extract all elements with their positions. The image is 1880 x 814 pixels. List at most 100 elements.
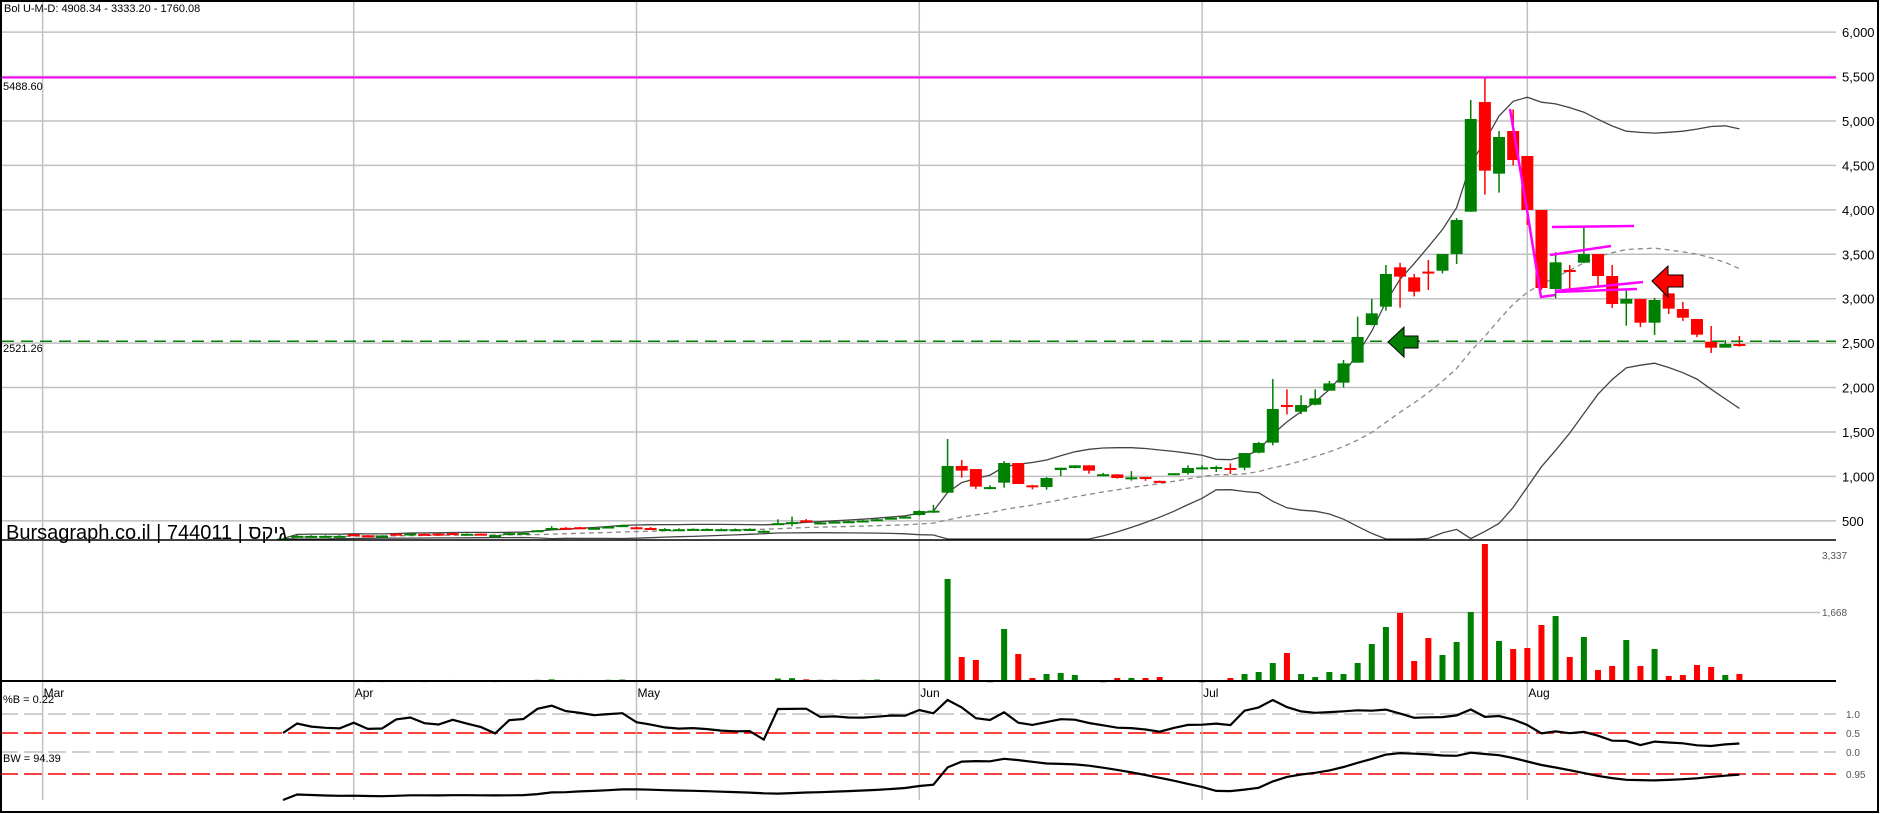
candle-body: [1280, 404, 1293, 407]
candle-body: [1068, 465, 1081, 468]
candle-body: [800, 520, 813, 523]
candle-body: [460, 533, 473, 536]
volume-bar: [1694, 664, 1700, 681]
volume-bar: [1524, 647, 1531, 681]
volume-bar: [944, 578, 951, 681]
candle: [418, 533, 431, 536]
candle-body: [630, 527, 643, 530]
candle-body: [446, 533, 459, 536]
candle-body: [305, 535, 318, 538]
volume-bar: [1467, 612, 1474, 681]
stock-chart: 5488.60 2521.26 Bol U-M-D: 4908.34 - 333…: [0, 0, 1880, 814]
candle: [1167, 473, 1180, 476]
candle-body: [1139, 477, 1152, 480]
candle-body: [1422, 271, 1435, 274]
candle-body: [1181, 467, 1194, 474]
candle-body: [870, 519, 883, 522]
volume-bar: [1298, 674, 1305, 681]
volume-bar: [1340, 674, 1347, 681]
volume-bar: [1736, 674, 1743, 681]
price-tick-label: 3,500: [1842, 247, 1875, 262]
month-label: Apr: [355, 686, 374, 700]
candle-body: [927, 510, 940, 513]
volume-bar: [1637, 666, 1644, 681]
candle-body: [1549, 262, 1562, 290]
candle: [1153, 480, 1166, 483]
bollinger-header: Bol U-M-D: 4908.34 - 3333.20 - 1760.08: [4, 3, 200, 15]
candle: [1068, 465, 1081, 469]
volume-bar: [1481, 544, 1488, 681]
candle-body: [333, 535, 346, 538]
volume-bar: [1397, 613, 1404, 681]
volume-bar: [1439, 655, 1446, 681]
candle-body: [899, 516, 912, 519]
price-tick-label: 4,000: [1842, 203, 1875, 218]
candle-body: [319, 535, 332, 538]
candle-body: [489, 535, 502, 538]
candle-body: [969, 469, 982, 487]
candle-body: [1054, 467, 1067, 471]
volume-bar: [1708, 667, 1715, 681]
volume-bar: [1651, 648, 1658, 681]
candle-body: [1691, 319, 1703, 335]
candle-body: [1026, 485, 1039, 488]
price-tick-label: 1,500: [1842, 425, 1875, 440]
volume-bar: [1368, 644, 1375, 681]
candle-body: [517, 532, 530, 535]
candle: [1436, 253, 1449, 274]
candle: [1238, 453, 1251, 471]
candle-body: [588, 527, 601, 530]
volume-tick-mid: 1,668: [1822, 608, 1847, 619]
candle-body: [404, 533, 417, 536]
price-tick-label: 500: [1842, 514, 1864, 529]
candle-body: [1705, 341, 1718, 348]
month-label: Jul: [1203, 686, 1218, 700]
candle-body: [1464, 118, 1477, 212]
candle-body: [1563, 269, 1576, 273]
candle-body: [1012, 463, 1025, 484]
volume-bar: [1496, 641, 1503, 681]
price-tick-label: 5,500: [1842, 70, 1875, 85]
candle: [361, 535, 374, 538]
candle: [1111, 474, 1124, 479]
candle-body: [1323, 383, 1336, 391]
candle-body: [1266, 408, 1279, 443]
candle-body: [1379, 273, 1392, 307]
candle-body: [1478, 102, 1491, 171]
watermark-title: Bursagraph.co.il | 744011 | גיקס: [6, 522, 287, 544]
volume-bar: [1552, 616, 1559, 681]
candle: [969, 469, 982, 490]
candle-body: [984, 487, 996, 490]
price-tick-label: 2,500: [1842, 336, 1875, 351]
candle-body: [1662, 293, 1675, 309]
candle-body: [644, 527, 657, 530]
candle-body: [418, 533, 431, 536]
candle-body: [955, 465, 968, 471]
volume-bar: [1015, 653, 1022, 681]
candle-body: [729, 529, 742, 532]
support-label: 2521.26: [3, 343, 43, 355]
volume-bar: [1623, 640, 1630, 681]
price-tick-label: 5,000: [1842, 114, 1875, 129]
candle: [474, 533, 487, 536]
candle-body: [1648, 300, 1661, 323]
percent-b-tick-1: 1.0: [1846, 710, 1860, 721]
candle-body: [1577, 253, 1590, 263]
candle-body: [1224, 467, 1237, 470]
candle-body: [503, 533, 516, 536]
candle-body: [743, 528, 756, 531]
candle-body: [1634, 298, 1647, 323]
candle-body: [1365, 313, 1378, 325]
price-tick-label: 6,000: [1842, 25, 1875, 40]
bandwidth-tick: 0.95: [1846, 770, 1866, 781]
volume-bar: [1453, 641, 1460, 681]
candle-body: [1450, 219, 1463, 254]
month-label: May: [638, 686, 661, 700]
candle-body: [941, 465, 954, 493]
candle-body: [291, 535, 304, 538]
bandwidth-label: BW = 94.39: [3, 753, 61, 765]
candle-body: [1040, 478, 1053, 488]
candle-body: [856, 520, 869, 523]
candle-body: [531, 530, 544, 533]
candle-body: [828, 521, 841, 524]
